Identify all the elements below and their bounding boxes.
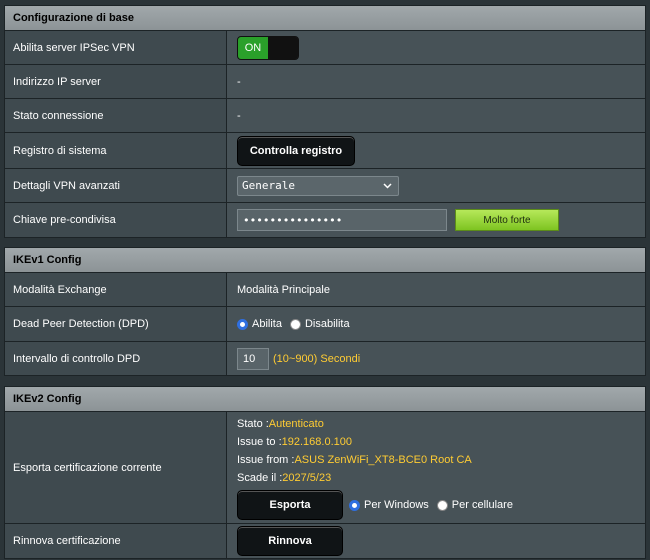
cert-status-line: Stato : Autenticato xyxy=(237,415,324,433)
for-windows-text: Per Windows xyxy=(364,499,429,511)
renew-cert-label: Rinnova certificazione xyxy=(5,524,227,558)
renew-button[interactable]: Rinnova xyxy=(237,526,343,556)
vpn-enable-label: Abilita server IPSec VPN xyxy=(5,31,227,64)
cert-issue-from-line: Issue from : ASUS ZenWiFi_XT8-BCE0 Root … xyxy=(237,451,472,469)
export-cert-row: Esporta certificazione corrente Stato : … xyxy=(5,411,645,523)
syslog-row: Registro di sistema Controlla registro xyxy=(5,132,645,168)
exchange-mode-label: Modalità Exchange xyxy=(5,273,227,306)
server-ip-row: Indirizzo IP server - xyxy=(5,64,645,98)
toggle-knob xyxy=(268,36,298,59)
export-cert-label: Esporta certificazione corrente xyxy=(5,412,227,523)
cert-expires-key: Scade il : xyxy=(237,472,283,484)
for-windows-radio[interactable] xyxy=(349,499,360,511)
check-log-button[interactable]: Controlla registro xyxy=(237,135,355,166)
cert-issue-to-line: Issue to : 192.168.0.100 xyxy=(237,433,352,451)
psk-input[interactable]: ••••••••••••••• xyxy=(237,209,447,231)
for-mobile-option[interactable]: Per cellulare xyxy=(436,499,513,511)
advanced-select[interactable]: Generale xyxy=(237,175,399,196)
dpd-interval-row: Intervallo di controllo DPD 10 (10~900) … xyxy=(5,341,645,375)
dpd-enable-radio[interactable] xyxy=(237,318,248,330)
dpd-enable-text: Abilita xyxy=(252,318,282,330)
dpd-interval-hint: (10~900) Secondi xyxy=(273,352,361,365)
connection-status-value: - xyxy=(227,99,645,132)
advanced-row: Dettagli VPN avanzati Generale xyxy=(5,168,645,202)
cert-issue-to-value: 192.168.0.100 xyxy=(281,436,352,448)
for-mobile-text: Per cellulare xyxy=(451,499,513,511)
ikev1-title: IKEv1 Config xyxy=(5,248,645,272)
exchange-mode-value: Modalità Principale xyxy=(227,273,645,306)
toggle-on-label: ON xyxy=(238,36,268,59)
exchange-mode-row: Modalità Exchange Modalità Principale xyxy=(5,272,645,306)
basic-config-title: Configurazione di base xyxy=(5,6,645,30)
export-button[interactable]: Esporta xyxy=(237,490,343,520)
for-windows-option[interactable]: Per Windows xyxy=(349,499,429,511)
cert-expires-line: Scade il : 2027/5/23 xyxy=(237,469,331,487)
for-mobile-radio[interactable] xyxy=(436,499,448,511)
cert-status-key: Stato : xyxy=(237,418,269,430)
advanced-label: Dettagli VPN avanzati xyxy=(5,169,227,202)
cert-status-value: Autenticato xyxy=(268,418,324,430)
connection-status-label: Stato connessione xyxy=(5,99,227,132)
server-ip-label: Indirizzo IP server xyxy=(5,65,227,98)
chevron-down-icon xyxy=(383,182,392,189)
vpn-enable-row: Abilita server IPSec VPN ON xyxy=(5,30,645,64)
renew-cert-row: Rinnova certificazione Rinnova xyxy=(5,523,645,558)
connection-status-row: Stato connessione - xyxy=(5,98,645,132)
dpd-disable-option[interactable]: Disabilita xyxy=(289,318,350,330)
dpd-enable-option[interactable]: Abilita xyxy=(237,318,282,330)
vpn-enable-toggle[interactable]: ON xyxy=(237,35,299,60)
dpd-label: Dead Peer Detection (DPD) xyxy=(5,307,227,341)
cert-expires-value: 2027/5/23 xyxy=(282,472,332,484)
syslog-label: Registro di sistema xyxy=(5,133,227,168)
cert-issue-from-key: Issue from : xyxy=(237,454,295,466)
advanced-select-value: Generale xyxy=(242,179,295,192)
psk-label: Chiave pre-condivisa xyxy=(5,203,227,237)
ikev2-section: IKEv2 Config Esporta certificazione corr… xyxy=(4,386,646,559)
ikev1-section: IKEv1 Config Modalità Exchange Modalità … xyxy=(4,247,646,376)
psk-strength-badge: Molto forte xyxy=(455,209,559,231)
ikev2-title: IKEv2 Config xyxy=(5,387,645,411)
dpd-interval-input[interactable]: 10 xyxy=(237,347,269,370)
server-ip-value: - xyxy=(227,65,645,98)
dpd-row: Dead Peer Detection (DPD) Abilita Disabi… xyxy=(5,306,645,341)
dpd-disable-radio[interactable] xyxy=(289,318,301,330)
cert-issue-from-value: ASUS ZenWiFi_XT8-BCE0 Root CA xyxy=(294,454,472,466)
psk-row: Chiave pre-condivisa ••••••••••••••• Mol… xyxy=(5,202,645,237)
basic-config-section: Configurazione di base Abilita server IP… xyxy=(4,5,646,238)
dpd-interval-label: Intervallo di controllo DPD xyxy=(5,342,227,375)
cert-issue-to-key: Issue to : xyxy=(237,436,282,448)
dpd-disable-text: Disabilita xyxy=(304,318,350,330)
